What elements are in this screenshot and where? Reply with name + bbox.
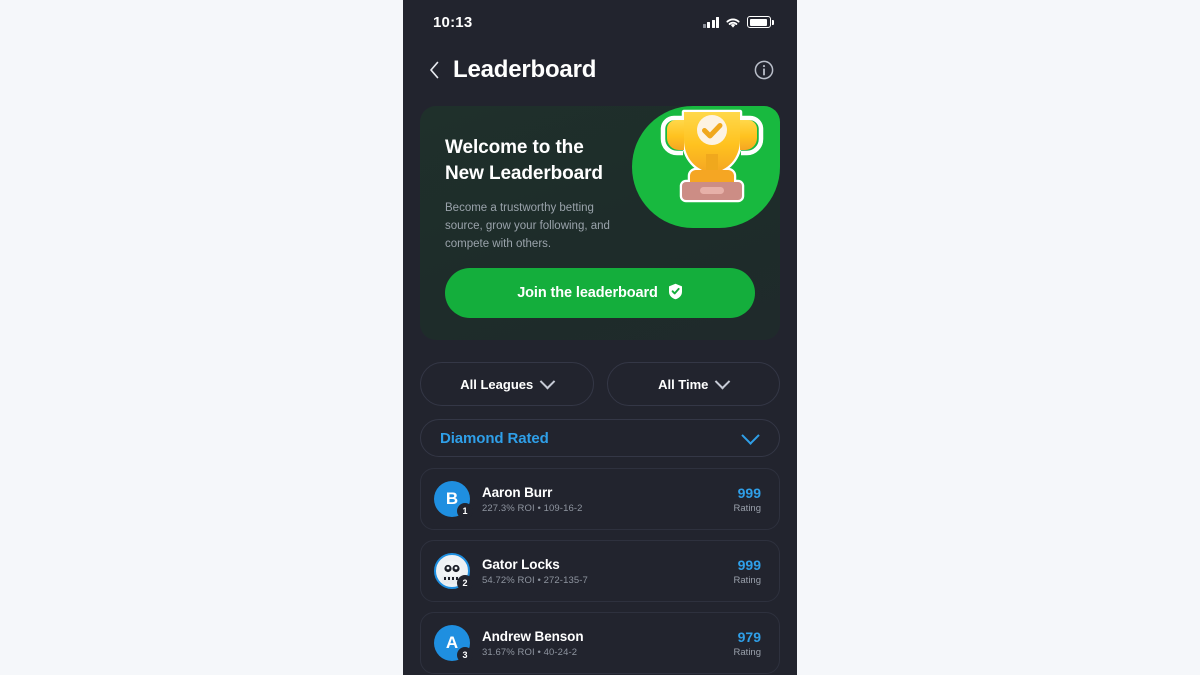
welcome-title: Welcome to the New Leaderboard xyxy=(445,137,603,185)
info-circle-icon xyxy=(754,60,774,80)
filter-time-label: All Time xyxy=(658,376,709,392)
rank-badge: 2 xyxy=(457,575,473,591)
rating-value: 999 xyxy=(737,556,761,573)
player-stats: 31.67% ROI • 40-24-2 xyxy=(482,646,578,658)
filter-leagues-label: All Leagues xyxy=(460,376,534,392)
chevron-down-icon xyxy=(539,373,556,389)
rank-badge: 3 xyxy=(457,647,473,663)
filter-leagues[interactable]: All Leagues xyxy=(420,362,594,406)
status-bar: 10:13 xyxy=(403,0,797,44)
avatar: 2 xyxy=(434,553,473,591)
signal-icon xyxy=(702,17,719,28)
filter-time[interactable]: All Time xyxy=(606,362,780,406)
status-time: 10:13 xyxy=(433,13,473,31)
row-info: Andrew Benson 31.67% ROI • 40-24-2 xyxy=(482,629,734,658)
section-header-diamond-rated[interactable]: Diamond Rated xyxy=(420,419,780,457)
welcome-subtitle: Become a trustworthy betting source, gro… xyxy=(445,202,610,251)
chevron-down-icon xyxy=(741,425,760,445)
page-title: Leaderboard xyxy=(453,56,597,83)
avatar: A 3 xyxy=(434,625,473,663)
welcome-card: Welcome to the New Leaderboard Become a … xyxy=(420,106,780,340)
page-background: 10:13 Leaderboard Welcome to the New Lea… xyxy=(0,0,1200,675)
row-info: Gator Locks 54.72% ROI • 272-135-7 xyxy=(482,557,734,586)
join-leaderboard-label: Join the leaderboard xyxy=(517,285,658,301)
rating-value: 999 xyxy=(737,484,761,501)
row-rating: 999 Rating xyxy=(734,557,761,586)
app-header: Leaderboard xyxy=(403,44,797,96)
leaderboard-list: B 1 Aaron Burr 227.3% ROI • 109-16-2 999… xyxy=(420,468,780,674)
player-stats: 227.3% ROI • 109-16-2 xyxy=(482,502,583,514)
join-leaderboard-button[interactable]: Join the leaderboard xyxy=(445,268,755,318)
rank-badge: 1 xyxy=(457,503,473,519)
row-rating: 979 Rating xyxy=(734,629,761,658)
chevron-left-icon xyxy=(429,61,438,79)
phone-screen: 10:13 Leaderboard Welcome to the New Lea… xyxy=(403,0,797,675)
avatar: B 1 xyxy=(434,481,473,519)
status-icons xyxy=(702,16,774,28)
battery-icon xyxy=(747,16,774,28)
player-name: Andrew Benson xyxy=(482,628,584,644)
player-stats: 54.72% ROI • 272-135-7 xyxy=(482,574,588,586)
row-info: Aaron Burr 227.3% ROI • 109-16-2 xyxy=(482,485,734,514)
table-row[interactable]: 2 Gator Locks 54.72% ROI • 272-135-7 999… xyxy=(420,540,780,602)
rating-label: Rating xyxy=(733,574,761,586)
info-button[interactable] xyxy=(753,59,775,81)
filter-bar: All Leagues All Time xyxy=(420,362,780,406)
welcome-text: Welcome to the New Leaderboard Become a … xyxy=(420,106,780,254)
player-name: Gator Locks xyxy=(482,556,560,572)
rating-value: 979 xyxy=(737,628,761,645)
section-title: Diamond Rated xyxy=(440,429,549,447)
rating-label: Rating xyxy=(733,502,761,514)
shield-check-icon xyxy=(668,283,683,304)
table-row[interactable]: B 1 Aaron Burr 227.3% ROI • 109-16-2 999… xyxy=(420,468,780,530)
player-name: Aaron Burr xyxy=(482,484,553,500)
row-rating: 999 Rating xyxy=(734,485,761,514)
back-button[interactable] xyxy=(421,55,447,85)
table-row[interactable]: A 3 Andrew Benson 31.67% ROI • 40-24-2 9… xyxy=(420,612,780,674)
rating-label: Rating xyxy=(733,646,761,658)
chevron-down-icon xyxy=(715,373,731,389)
wifi-icon xyxy=(725,16,741,28)
